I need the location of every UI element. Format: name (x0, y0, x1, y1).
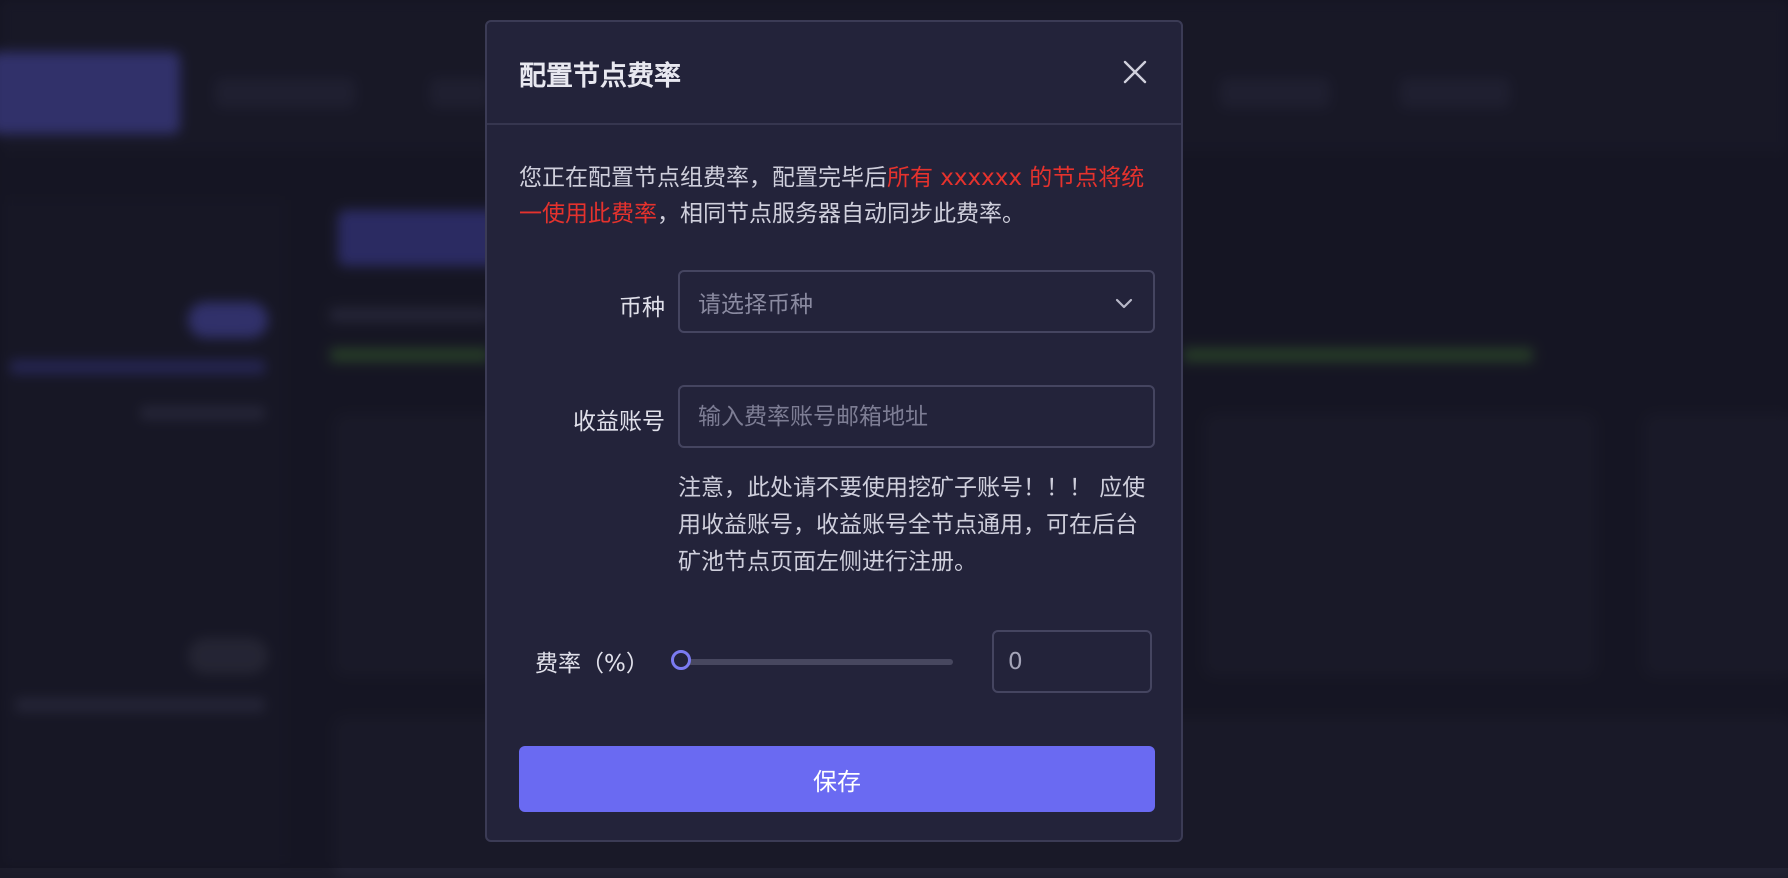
rate-slider-handle[interactable] (671, 650, 691, 670)
save-button[interactable]: 保存 (519, 746, 1155, 812)
account-email-input[interactable] (678, 385, 1155, 448)
rate-input[interactable]: 0 (992, 630, 1152, 693)
close-button[interactable] (1119, 56, 1151, 88)
currency-select-placeholder: 请选择币种 (698, 291, 813, 318)
chevron-down-icon (1115, 298, 1133, 309)
rate-config-modal: 配置节点费率 您正在配置节点组费率，配置完毕后所有 xxxxxx 的节点将统一使… (485, 20, 1183, 842)
modal-title: 配置节点费率 (519, 61, 681, 92)
currency-label: 币种 (619, 295, 665, 321)
account-notice: 注意，此处请不要使用挖矿子账号！！！ 应使用收益账号，收益账号全节点通用，可在后… (678, 475, 1146, 575)
close-icon (1123, 60, 1147, 84)
account-label: 收益账号 (573, 409, 665, 435)
rate-label: 费率（%） (535, 651, 649, 677)
modal-header: 配置节点费率 (487, 22, 1181, 125)
intro-suffix: ，相同节点服务器自动同步此费率。 (657, 201, 1025, 227)
intro-text: 您正在配置节点组费率，配置完毕后所有 xxxxxx 的节点将统一使用此费率，相同… (519, 160, 1155, 232)
rate-slider-track[interactable] (681, 659, 953, 665)
currency-select[interactable]: 请选择币种 (678, 270, 1155, 333)
intro-prefix: 您正在配置节点组费率，配置完毕后 (519, 165, 887, 191)
